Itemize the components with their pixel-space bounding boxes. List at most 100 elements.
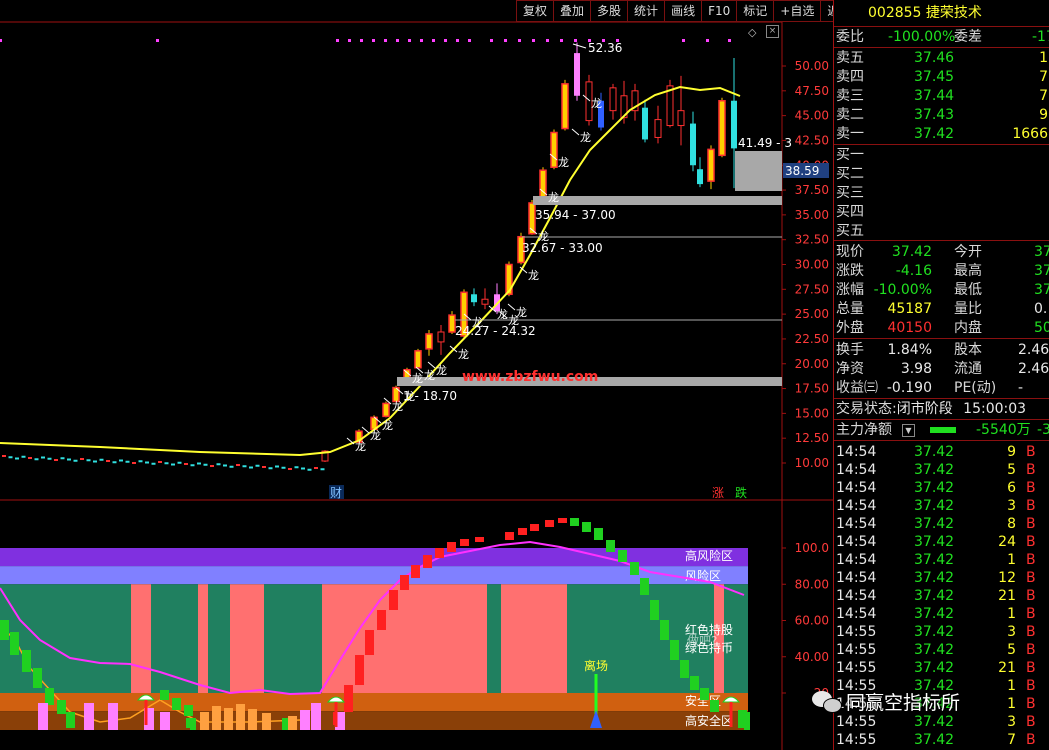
- candle: [216, 463, 221, 466]
- restore-rights-button[interactable]: 复权: [516, 0, 555, 22]
- quote-label-2: 内盘: [954, 320, 982, 336]
- overlay-button[interactable]: 叠加: [553, 0, 592, 22]
- tick-row[interactable]: 14:54 37.42 8 B: [836, 515, 1049, 533]
- wei-bi-value: -100.00%: [888, 29, 956, 45]
- tick-row[interactable]: 14:55 37.42 21 B: [836, 659, 1049, 677]
- multi-stock-button[interactable]: 多股: [590, 0, 629, 22]
- dragon-arrow: [571, 128, 580, 136]
- signal-dot: [728, 39, 731, 42]
- ask-volume: 1666: [1012, 126, 1048, 142]
- candle: [190, 464, 195, 467]
- tick-row[interactable]: 14:55 37.42 3 B: [836, 713, 1049, 731]
- tick-row[interactable]: 14:55 37.42 3 B: [836, 623, 1049, 641]
- candle: [171, 463, 175, 466]
- y-tick-label: 15.00: [795, 406, 829, 420]
- candle: [707, 148, 715, 182]
- tick-volume: 8: [1007, 516, 1016, 532]
- signal-dot: [682, 39, 685, 42]
- candle: [294, 466, 299, 469]
- status-time: 15:00:03: [963, 401, 1027, 417]
- tick-row[interactable]: 14:54 37.42 9 B: [836, 443, 1049, 461]
- quote-label: 涨幅: [836, 282, 864, 298]
- candle: [382, 402, 390, 418]
- candle: [242, 465, 247, 468]
- indicator-bar: [411, 565, 420, 578]
- tick-volume: 24: [998, 534, 1016, 550]
- indicator-bar: [10, 632, 19, 655]
- tick-row[interactable]: 14:54 37.42 3 B: [836, 497, 1049, 515]
- signal-dot: [432, 39, 435, 42]
- quote-row: 换手 1.84% 股本 2.46: [836, 341, 1049, 359]
- tick-side: B: [1026, 588, 1036, 604]
- tick-side: B: [1026, 552, 1036, 568]
- range-label: 32.67 - 33.00: [522, 241, 603, 255]
- indicator-y-tick: 60.00: [795, 614, 829, 628]
- tick-volume: 1: [1007, 696, 1016, 712]
- bid-label: 买四: [836, 204, 864, 220]
- candle: [197, 462, 201, 465]
- tick-row[interactable]: 14:54 37.42 5 B: [836, 461, 1049, 479]
- tick-price: 37.42: [914, 588, 955, 604]
- tick-time: 14:54: [836, 606, 877, 622]
- quote-label: 净资: [836, 361, 864, 377]
- indicator-bar: [365, 630, 374, 655]
- tick-row[interactable]: 14:54 37.42 12 B: [836, 569, 1049, 587]
- y-tick-label: 42.50: [795, 133, 829, 147]
- volume-bar: [160, 712, 170, 730]
- bid-row[interactable]: 买二: [836, 165, 864, 183]
- tick-row[interactable]: 14:54 37.42 24 B: [836, 533, 1049, 551]
- bid-row[interactable]: 买一: [836, 146, 864, 164]
- ask-label: 卖四: [836, 69, 864, 85]
- tick-row[interactable]: 14:54 37.42 6 B: [836, 479, 1049, 497]
- quote-label: 换手: [836, 342, 864, 358]
- tick-row[interactable]: 14:54 37.42 1 B: [836, 605, 1049, 623]
- statistics-button[interactable]: 统计: [627, 0, 666, 22]
- tick-side: B: [1026, 444, 1036, 460]
- ask-volume: 7: [1039, 88, 1048, 104]
- chart-area[interactable]: 50.00 47.50 45.00 42.50 40.00 37.50 35.00 32.50…: [0, 0, 833, 750]
- candlestick-chart: 50.0047.5045.0042.5040.0037.5035.0032.50…: [0, 39, 829, 500]
- quote-row: 收益㈢ -0.190 PE(动) -: [836, 379, 1049, 397]
- ask-row[interactable]: 卖一 37.42 1666: [836, 125, 1049, 143]
- dragon-marker: 龙: [436, 364, 447, 377]
- ask-row[interactable]: 卖四 37.45 7: [836, 68, 1049, 86]
- candle: [28, 457, 32, 459]
- volume-bar: [212, 706, 221, 730]
- tick-row[interactable]: 14:55 37.42 5 B: [836, 641, 1049, 659]
- dragon-marker: 龙: [424, 369, 435, 382]
- bid-row[interactable]: 买五: [836, 222, 864, 240]
- wechat-icon: [812, 690, 842, 713]
- bid-label: 买五: [836, 223, 864, 239]
- settings-icon[interactable]: ◇: [748, 26, 756, 39]
- indicator-bar: [389, 590, 398, 610]
- ask-price: 37.45: [914, 69, 955, 85]
- dragon-marker: 龙: [412, 372, 423, 385]
- tick-time: 14:55: [836, 660, 877, 676]
- indicator-bar: [518, 528, 527, 535]
- ask-row[interactable]: 卖二 37.43 9: [836, 106, 1049, 124]
- tick-volume: 3: [1007, 624, 1016, 640]
- bid-row[interactable]: 买三: [836, 184, 864, 202]
- candle: [80, 458, 84, 460]
- candle: [414, 350, 422, 369]
- close-icon[interactable]: ×: [766, 25, 779, 38]
- volume-bar: [744, 712, 750, 730]
- add-watchlist-button[interactable]: +自选: [773, 0, 822, 22]
- trade-status-row: 交易状态:闭市阶段 15:00:03: [836, 400, 1026, 418]
- ask-row[interactable]: 卖三 37.44 7: [836, 87, 1049, 105]
- mark-button[interactable]: 标记: [736, 0, 775, 22]
- ask-row[interactable]: 卖五 37.46 1: [836, 49, 1049, 67]
- tick-row[interactable]: 14:54 37.42 1 B: [836, 551, 1049, 569]
- signal-dot: [396, 39, 399, 42]
- candle: [236, 464, 240, 466]
- bid-row[interactable]: 买四: [836, 203, 864, 221]
- candle: [609, 87, 617, 112]
- tick-price: 37.42: [914, 552, 955, 568]
- tick-row[interactable]: 14:54 37.42 21 B: [836, 587, 1049, 605]
- candle: [539, 169, 547, 201]
- dropdown-icon[interactable]: ▼: [902, 424, 915, 437]
- f10-button[interactable]: F10: [701, 0, 738, 22]
- tick-row[interactable]: 14:55 37.42 7 B: [836, 731, 1049, 749]
- candle: [67, 458, 71, 461]
- draw-line-button[interactable]: 画线: [664, 0, 703, 22]
